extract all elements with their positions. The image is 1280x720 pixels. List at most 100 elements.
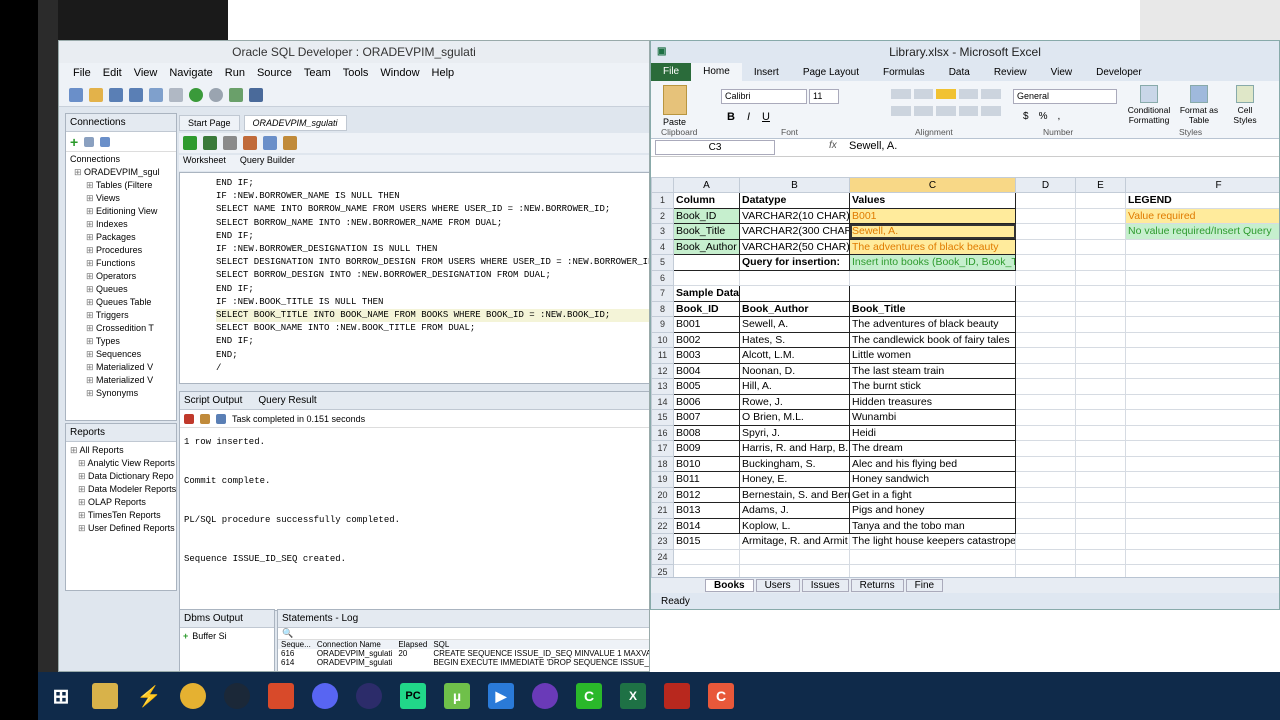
cell[interactable]: [1075, 223, 1126, 240]
cell[interactable]: [673, 548, 740, 565]
cell[interactable]: [739, 269, 850, 286]
save-all-icon[interactable]: [129, 87, 143, 102]
cell[interactable]: [1075, 424, 1126, 441]
log-header[interactable]: Elapsed: [395, 640, 430, 649]
cell[interactable]: The last steam train: [849, 362, 1016, 379]
cell[interactable]: O Brien, M.L.: [739, 409, 850, 426]
cell[interactable]: [1015, 378, 1076, 395]
row-header[interactable]: 13: [651, 378, 674, 395]
cell[interactable]: [1125, 533, 1279, 550]
menu-team[interactable]: Team: [298, 67, 337, 79]
start-button-icon[interactable]: ⊞: [48, 683, 74, 709]
cell[interactable]: [1125, 285, 1279, 302]
column-header[interactable]: [651, 177, 674, 193]
ribbon-tab-formulas[interactable]: Formulas: [871, 67, 937, 78]
cell[interactable]: [1075, 285, 1126, 302]
row-header[interactable]: 7: [651, 285, 674, 302]
number-format-select[interactable]: General: [1013, 89, 1117, 104]
cell[interactable]: [1015, 424, 1076, 441]
cell[interactable]: Hidden treasures: [849, 393, 1016, 410]
eclipse-icon[interactable]: [356, 683, 382, 709]
align-center-icon[interactable]: [913, 105, 934, 116]
cell[interactable]: Book_Title: [849, 300, 1016, 317]
tree-node[interactable]: ⊞ Operators: [74, 270, 176, 283]
save-output-icon[interactable]: [216, 413, 226, 424]
cell[interactable]: B009: [673, 440, 740, 457]
tab-start-page[interactable]: Start Page: [179, 115, 240, 131]
row-header[interactable]: 11: [651, 347, 674, 364]
utorrent-icon[interactable]: µ: [444, 683, 470, 709]
tree-node[interactable]: ⊞ Synonyms: [74, 387, 176, 400]
tree-node[interactable]: ⊞ Triggers: [74, 309, 176, 322]
cell[interactable]: Koplow, L.: [739, 517, 850, 534]
align-right-icon[interactable]: [936, 105, 956, 116]
cell[interactable]: [1015, 455, 1076, 472]
connections-root[interactable]: Connections: [66, 152, 176, 166]
cell[interactable]: [1015, 223, 1076, 240]
row-header[interactable]: 5: [651, 254, 674, 271]
cell[interactable]: [1075, 486, 1126, 503]
reports-tab[interactable]: Reports: [66, 424, 176, 442]
open-icon[interactable]: [89, 87, 103, 102]
excel-taskbar-icon[interactable]: X: [620, 683, 646, 709]
column-header[interactable]: D: [1015, 177, 1076, 193]
cell[interactable]: [1075, 455, 1126, 472]
tree-node[interactable]: ⊞ Materialized V: [74, 361, 176, 374]
filter-icon[interactable]: [100, 136, 111, 147]
dbms-output-tab[interactable]: Dbms Output: [180, 610, 274, 628]
fx-icon[interactable]: fx: [829, 140, 837, 151]
report-node[interactable]: ⊞ User Defined Reports: [70, 522, 176, 535]
cell[interactable]: [1125, 238, 1279, 255]
menu-help[interactable]: Help: [426, 67, 461, 79]
cell[interactable]: Book_Author: [739, 300, 850, 317]
add-connection-icon[interactable]: +: [70, 134, 78, 150]
worksheet-grid[interactable]: A B C D E F 1 Column Datatype Values LEGEND 2 Book_I…: [651, 177, 1279, 577]
row-header[interactable]: 17: [651, 440, 674, 457]
tree-node[interactable]: ⊞ Packages: [74, 231, 176, 244]
cell[interactable]: Pigs and honey: [849, 502, 1016, 519]
cell[interactable]: [673, 254, 740, 271]
report-node[interactable]: ⊞ OLAP Reports: [70, 496, 176, 509]
cell[interactable]: [1125, 486, 1279, 503]
align-top-icon[interactable]: [891, 89, 911, 99]
column-header[interactable]: C: [849, 177, 1016, 193]
menu-window[interactable]: Window: [374, 67, 425, 79]
italic-button[interactable]: I: [747, 111, 750, 123]
cell[interactable]: Book_ID: [673, 300, 740, 317]
format-as-table-button[interactable]: Format as Table: [1177, 85, 1221, 125]
cell[interactable]: VARCHAR2(10 CHAR): [739, 207, 850, 224]
tree-node[interactable]: ⊞ Queues: [74, 283, 176, 296]
font-size-select[interactable]: 11: [809, 89, 839, 104]
cell[interactable]: [1075, 533, 1126, 550]
cell[interactable]: Adams, J.: [739, 502, 850, 519]
cell[interactable]: [1075, 207, 1126, 224]
ribbon-tab-developer[interactable]: Developer: [1084, 67, 1154, 78]
tree-node[interactable]: ⊞ Materialized V: [74, 374, 176, 387]
cell[interactable]: [1015, 316, 1076, 333]
column-header[interactable]: E: [1075, 177, 1126, 193]
sheet-tab-issues[interactable]: Issues: [801, 579, 849, 592]
row-header[interactable]: 20: [651, 486, 674, 503]
cell[interactable]: Buckingham, S.: [739, 455, 850, 472]
cell-styles-button[interactable]: Cell Styles: [1225, 85, 1265, 125]
cell[interactable]: [1075, 192, 1126, 209]
report-node[interactable]: ⊞ TimesTen Reports: [70, 509, 176, 522]
ribbon-tab-home[interactable]: Home: [691, 63, 742, 81]
ribbon-tab-data[interactable]: Data: [937, 67, 982, 78]
column-header[interactable]: B: [739, 177, 850, 193]
cell[interactable]: [1125, 362, 1279, 379]
cell[interactable]: [1075, 378, 1126, 395]
pdf-icon[interactable]: [664, 683, 690, 709]
cell[interactable]: [1015, 285, 1076, 302]
debug-icon[interactable]: [209, 87, 223, 102]
tree-node[interactable]: ⊞ Editioning View: [74, 205, 176, 218]
cell[interactable]: [1015, 269, 1076, 286]
tree-node[interactable]: ⊞ Queues Table: [74, 296, 176, 309]
log-header[interactable]: Seque...: [278, 640, 314, 649]
currency-icon[interactable]: $: [1023, 111, 1029, 122]
cell[interactable]: B002: [673, 331, 740, 348]
cell[interactable]: [1075, 331, 1126, 348]
tree-node[interactable]: ⊞ Types: [74, 335, 176, 348]
orientation-icon[interactable]: [958, 89, 979, 99]
row-header[interactable]: 2: [651, 207, 674, 224]
